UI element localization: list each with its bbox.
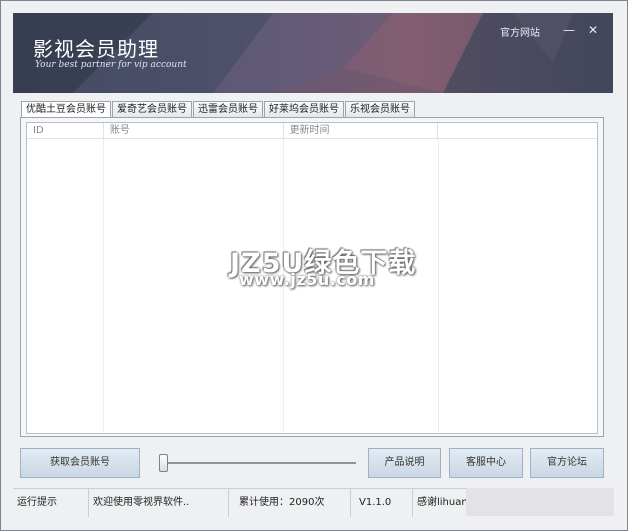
app-title: 影视会员助理: [33, 37, 159, 61]
column-account[interactable]: 账号: [104, 123, 284, 139]
minimize-icon[interactable]: —: [560, 21, 578, 39]
usage-count: 累计使用：2090次: [229, 489, 351, 517]
app-slogan: Your best partner for vip account: [35, 60, 187, 70]
app-window: 影视会员助理 Your best partner for vip account…: [0, 0, 628, 531]
column-extra: [438, 123, 597, 139]
column-divider: [438, 139, 439, 433]
column-updated-time[interactable]: 更新时间: [284, 123, 439, 139]
list-header: ID 账号 更新时间: [27, 123, 597, 139]
tab-xunlei[interactable]: 迅雷会员账号: [193, 101, 263, 118]
column-id[interactable]: ID: [27, 123, 104, 139]
tab-iqiyi[interactable]: 爱奇艺会员账号: [112, 101, 192, 118]
account-tabs: 优酷土豆会员账号 爱奇艺会员账号 迅雷会员账号 好莱坞会员账号 乐视会员账号: [21, 101, 416, 119]
service-center-button[interactable]: 客服中心: [449, 448, 523, 478]
version-label: V1.1.0: [351, 489, 413, 517]
status-label: 运行提示: [13, 489, 89, 517]
header-banner: 影视会员助理 Your best partner for vip account…: [13, 13, 613, 93]
official-forum-button[interactable]: 官方论坛: [530, 448, 604, 478]
close-icon[interactable]: ✕: [584, 21, 602, 39]
official-site-link[interactable]: 官方网站: [500, 24, 540, 39]
slider-track: [161, 462, 356, 464]
status-message: 欢迎使用零视界软件..: [89, 489, 229, 517]
tab-hollywood[interactable]: 好莱坞会员账号: [264, 101, 344, 118]
blurred-region: [466, 488, 614, 516]
watermark-url: www.jz5u.com: [239, 270, 375, 289]
tab-letv[interactable]: 乐视会员账号: [345, 101, 415, 118]
product-info-button[interactable]: 产品说明: [368, 448, 441, 478]
slider-thumb[interactable]: [159, 454, 168, 472]
column-divider: [103, 139, 104, 433]
get-account-button[interactable]: 获取会员账号: [20, 448, 140, 478]
